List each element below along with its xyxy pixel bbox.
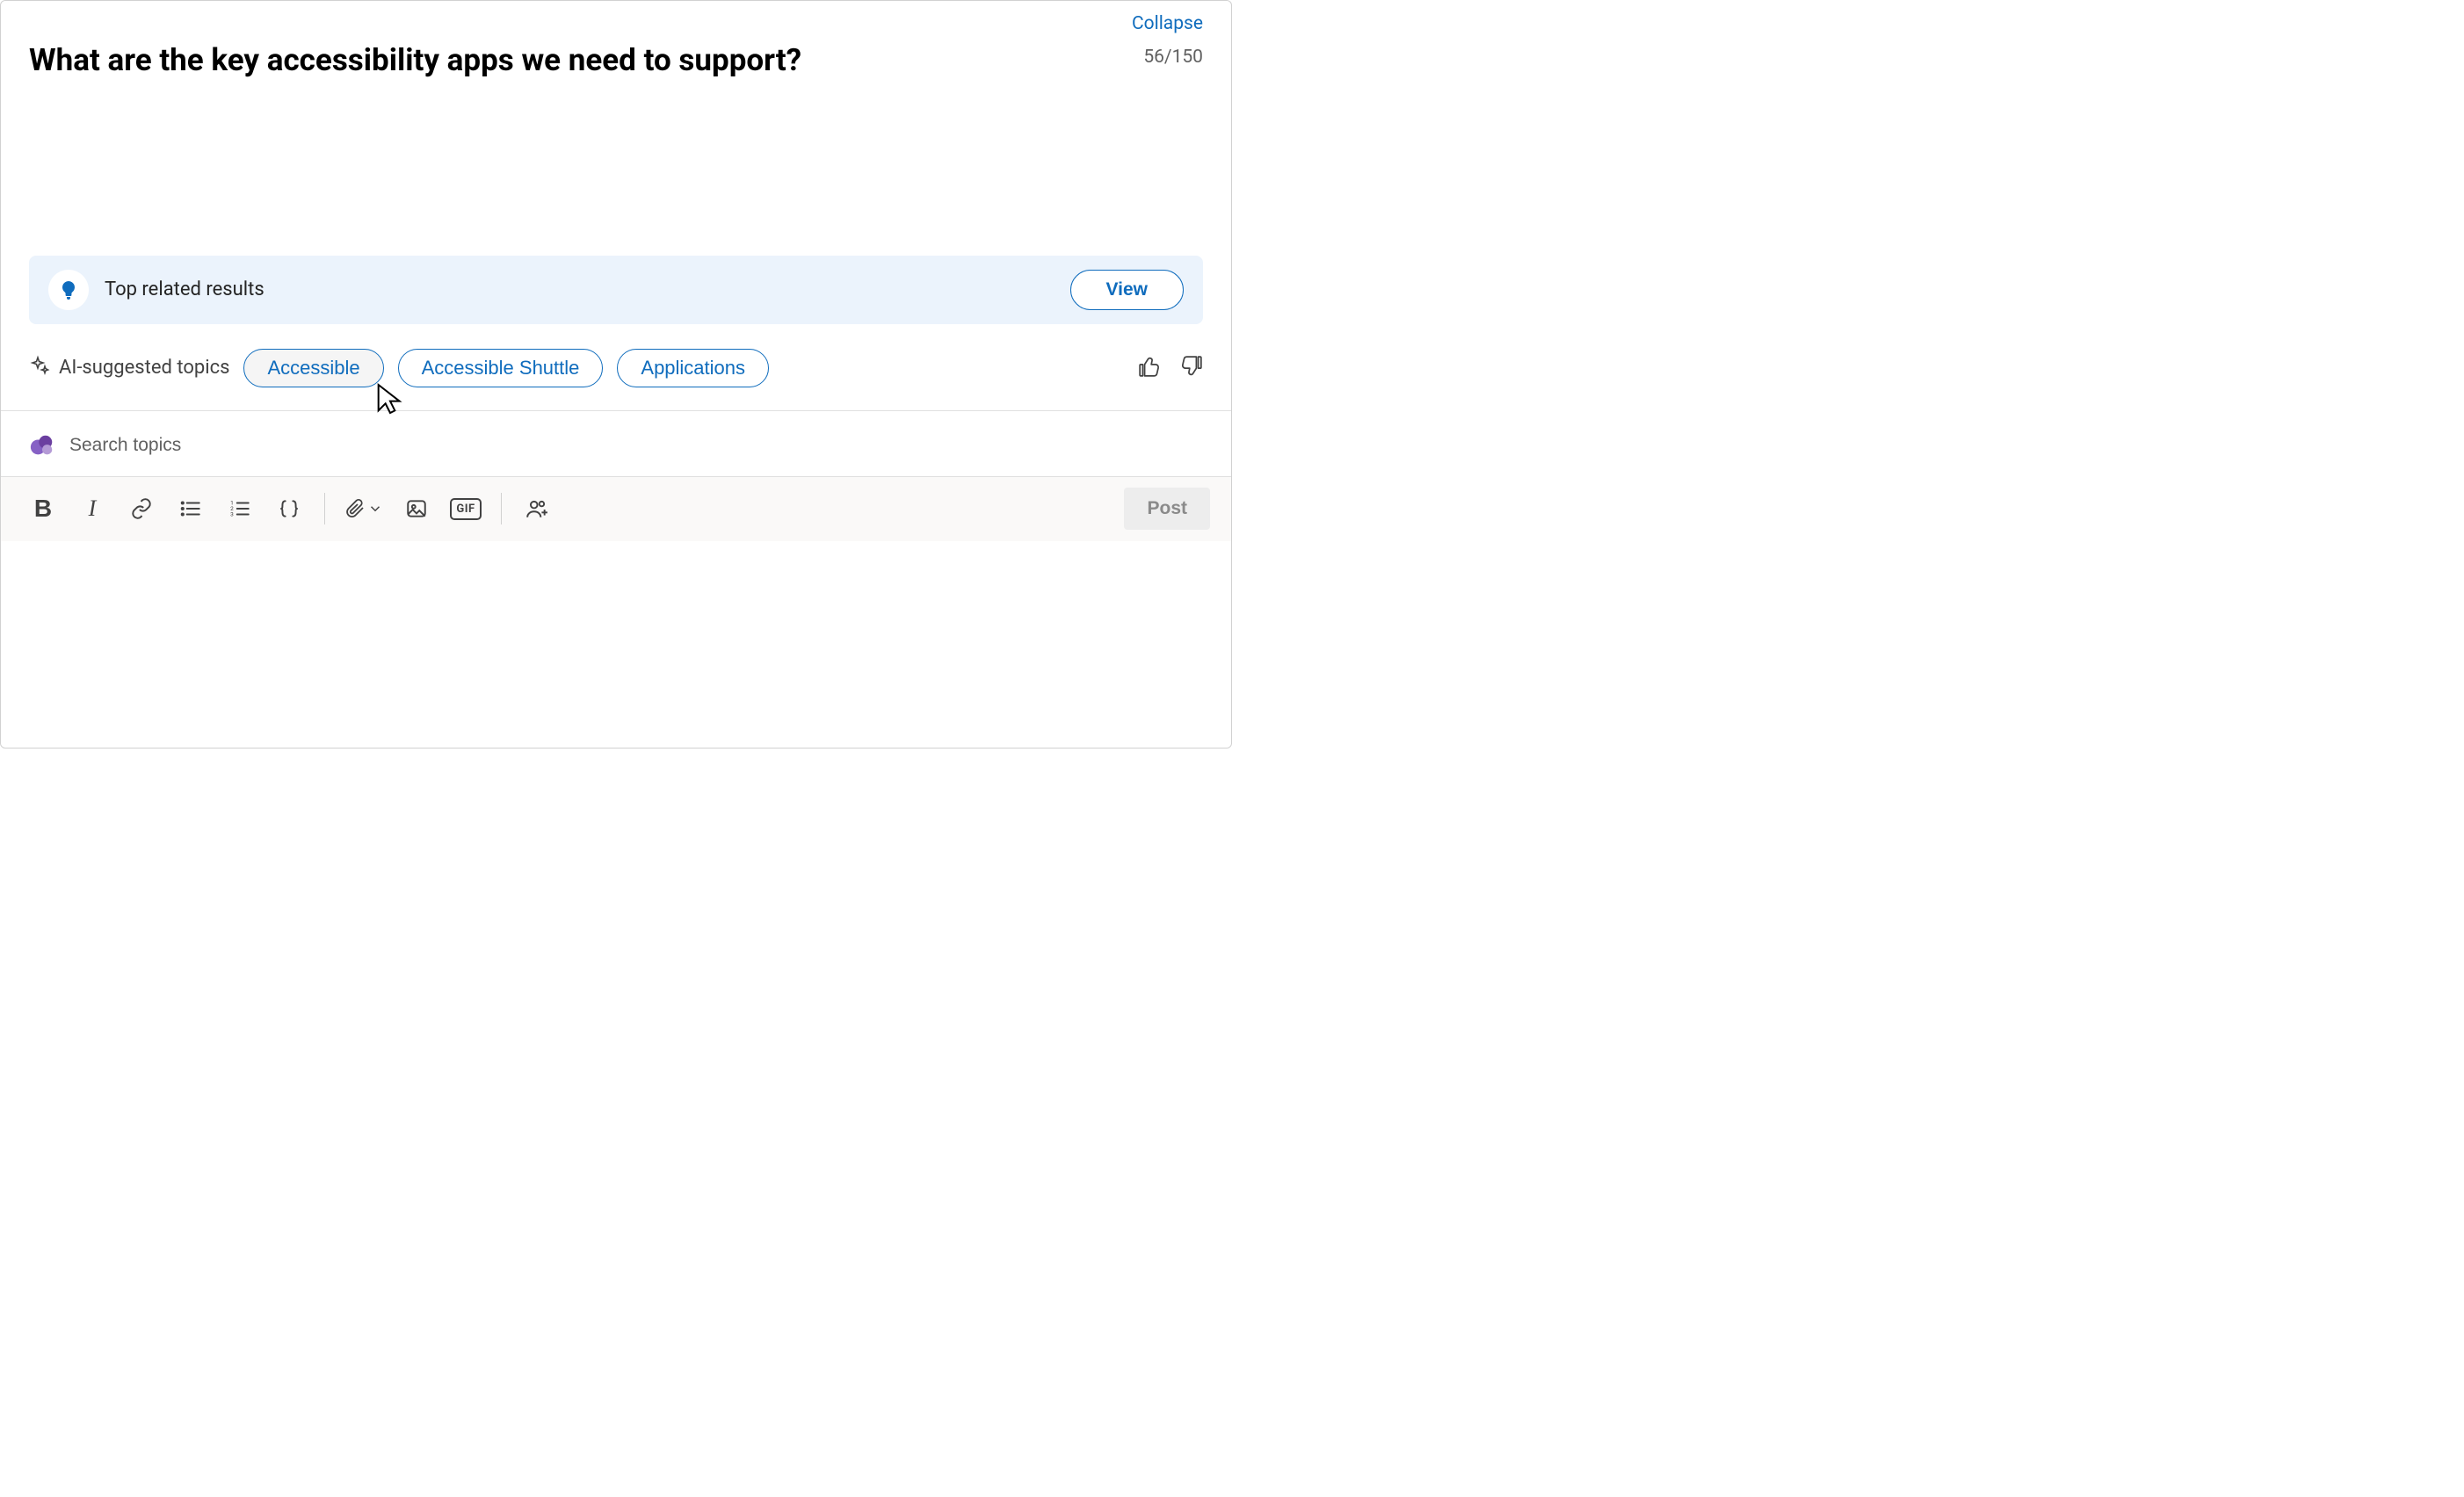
ai-label-group: AI-suggested topics [29,355,229,381]
feedback-group [1138,355,1203,381]
image-button[interactable] [395,488,438,530]
toolbar-separator [324,493,325,524]
bold-button[interactable]: B [22,488,64,530]
gif-label: GIF [450,498,481,520]
compose-window: What are the key accessibility apps we n… [0,0,1232,748]
attachment-button[interactable] [339,498,388,519]
lightbulb-icon [48,270,89,310]
question-title[interactable]: What are the key accessibility apps we n… [29,41,1132,80]
topic-chip-applications[interactable]: Applications [617,349,769,387]
code-block-button[interactable] [268,488,310,530]
post-button[interactable]: Post [1124,488,1210,530]
link-button[interactable] [120,488,163,530]
gif-button[interactable]: GIF [445,488,487,530]
mention-people-button[interactable] [516,488,558,530]
related-results-banner: Top related results View [29,256,1203,324]
related-results-label: Top related results [105,278,1054,300]
toolbar-separator [501,493,502,524]
topics-icon [29,432,55,459]
ai-suggested-row: AI-suggested topics Accessible Accessibl… [29,349,1203,387]
thumbs-up-icon[interactable] [1138,355,1161,381]
search-topics-row [29,432,1203,459]
topic-chip-accessible[interactable]: Accessible [243,349,383,387]
title-area: What are the key accessibility apps we n… [29,13,1132,80]
body-spacer [1,80,1231,256]
numbered-list-button[interactable]: 123 [219,488,261,530]
italic-button[interactable]: I [71,488,113,530]
search-row-wrap [1,410,1231,476]
sparkle-icon [29,355,50,381]
header: What are the key accessibility apps we n… [1,1,1231,80]
view-button[interactable]: View [1070,270,1184,310]
search-topics-input[interactable] [69,435,1203,456]
bullet-list-button[interactable] [170,488,212,530]
topic-chip-accessible-shuttle[interactable]: Accessible Shuttle [398,349,604,387]
formatting-toolbar: B I 123 GIF Post [1,476,1231,541]
char-count: 56/150 [1143,47,1203,68]
ai-suggested-label: AI-suggested topics [59,357,229,379]
collapse-link[interactable]: Collapse [1132,13,1203,34]
header-right: Collapse 56/150 [1132,13,1203,68]
svg-text:3: 3 [230,511,234,518]
thumbs-down-icon[interactable] [1180,355,1203,381]
